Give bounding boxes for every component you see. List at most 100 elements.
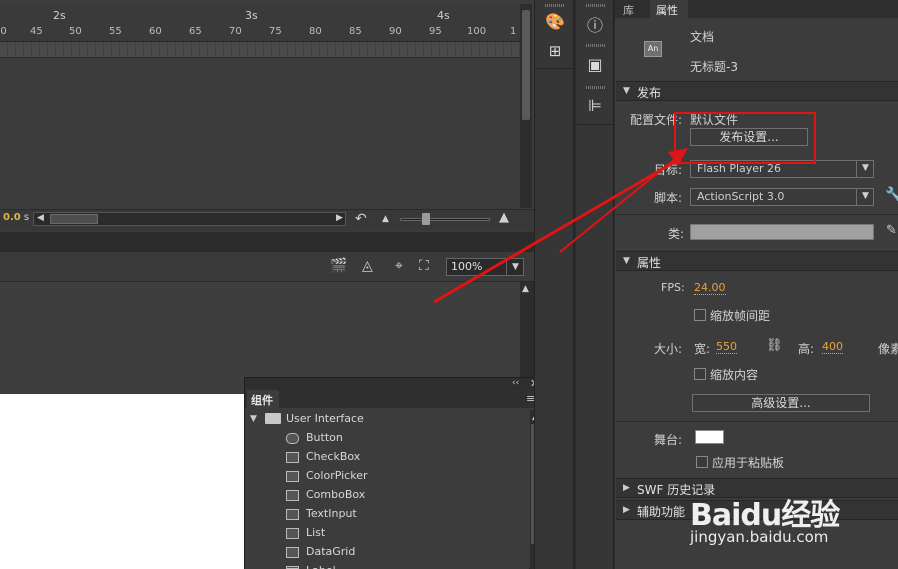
scale-spans-label: 缩放帧间距 <box>710 309 771 323</box>
fps-label: FPS: <box>661 281 685 294</box>
script-label: 脚本: <box>654 191 683 205</box>
width-label: 宽: <box>694 342 711 356</box>
scroll-left-icon[interactable]: ◀ <box>37 213 44 223</box>
document-type: 文档 <box>690 30 715 44</box>
watermark-url: jingyan.baidu.com <box>690 528 829 546</box>
info-icon[interactable]: ⓘ <box>583 12 607 36</box>
stage-vertical-scrollbar[interactable] <box>520 282 532 392</box>
zoom-out-icon[interactable]: ▲ <box>382 214 389 224</box>
scale-content-checkbox[interactable] <box>694 368 706 380</box>
expand-triangle-icon: ▼ <box>623 86 630 96</box>
dock-grip[interactable] <box>545 4 565 7</box>
stage-canvas[interactable] <box>0 394 246 569</box>
document-name: 无标题-3 <box>690 60 738 74</box>
wrench-icon[interactable]: 🔧 <box>885 187 898 203</box>
clapper-icon[interactable]: 🎬 <box>330 258 347 274</box>
combobox-component-icon <box>286 490 299 501</box>
list-item[interactable]: ColorPicker <box>306 469 367 482</box>
list-item[interactable]: CheckBox <box>306 450 360 463</box>
collapsed-triangle-icon: ▶ <box>623 483 630 493</box>
stage-color-swatch[interactable] <box>695 430 724 444</box>
timeline-hscroll-thumb[interactable] <box>50 214 98 224</box>
advanced-settings-button[interactable]: 高级设置... <box>692 394 870 412</box>
section-properties-title: 属性 <box>637 256 662 270</box>
fps-value[interactable]: 24.00 <box>694 281 726 295</box>
section-accessibility-title: 辅助功能 <box>637 505 686 519</box>
watermark: Baidu经验 jingyan.baidu.com <box>690 470 898 569</box>
frame-tick-label: 95 <box>429 26 442 37</box>
timeline-ruler[interactable]: 2s 3s 4s 40 45 50 55 60 65 70 75 80 85 9… <box>0 4 520 42</box>
size-label: 大小: <box>654 342 683 356</box>
frame-tick-label: 70 <box>229 26 242 37</box>
tool-dock-left <box>534 0 574 569</box>
class-label: 类: <box>668 227 685 241</box>
transform-icon[interactable]: ▣ <box>583 55 607 74</box>
scale-content-label: 缩放内容 <box>710 368 759 382</box>
section-publish-title: 发布 <box>637 86 662 100</box>
loop-icon[interactable]: ↶ <box>355 211 367 227</box>
second-label: 2s <box>53 9 66 22</box>
dock-divider <box>535 68 574 69</box>
clip-icon[interactable]: ⛶ <box>419 258 429 274</box>
apply-pasteboard-checkbox[interactable] <box>696 456 708 468</box>
list-item[interactable]: Button <box>306 431 343 444</box>
tab-properties[interactable]: 属性 <box>656 2 678 18</box>
collapse-icon[interactable]: ‹‹ <box>512 378 519 388</box>
list-component-icon <box>286 528 299 539</box>
scroll-right-icon[interactable]: ▶ <box>336 213 343 223</box>
dock-grip[interactable] <box>586 4 606 7</box>
height-label: 高: <box>798 342 815 356</box>
button-component-icon <box>286 433 299 444</box>
frame-tick-label: 60 <box>149 26 162 37</box>
align-icon[interactable]: ⊫ <box>583 96 607 115</box>
pencil-icon[interactable]: ✎ <box>886 223 897 238</box>
folder-icon <box>265 413 281 424</box>
list-item[interactable]: Label <box>306 564 336 569</box>
dock-grip[interactable] <box>586 44 606 47</box>
chevron-down-icon[interactable]: ▼ <box>856 160 874 178</box>
crosshair-icon[interactable]: ⌖ <box>395 258 403 274</box>
components-title-bar[interactable] <box>245 378 541 390</box>
frame-cells[interactable] <box>0 42 520 58</box>
chevron-down-icon[interactable]: ▼ <box>856 188 874 206</box>
frame-tick-label: 90 <box>389 26 402 37</box>
timeline-zoom-handle[interactable] <box>422 213 430 225</box>
list-item[interactable]: List <box>306 526 325 539</box>
frame-tick-label: 100 <box>467 26 487 37</box>
timeline-scroll-thumb[interactable] <box>522 10 530 120</box>
scale-spans-checkbox[interactable] <box>694 309 706 321</box>
elapsed-time-unit: s <box>23 212 30 223</box>
chevron-down-icon[interactable]: ▼ <box>506 258 524 276</box>
timeline-zoom-slider[interactable] <box>400 218 490 221</box>
color-palette-icon[interactable]: 🎨 <box>543 12 567 31</box>
size-unit: 像素 <box>878 342 898 356</box>
script-select[interactable]: ActionScript 3.0 <box>690 188 874 206</box>
frame-tick-label: 85 <box>349 26 362 37</box>
scroll-up-icon[interactable]: ▲ <box>522 284 529 294</box>
height-value[interactable]: 400 <box>822 340 843 354</box>
list-item[interactable]: ComboBox <box>306 488 365 501</box>
section-publish[interactable]: ▼ 发布 <box>616 81 898 101</box>
frame-tick-label: 55 <box>109 26 122 37</box>
frame-tick-label: 1 <box>510 26 517 37</box>
class-input[interactable] <box>690 224 874 240</box>
width-value[interactable]: 550 <box>716 340 737 354</box>
colorpicker-component-icon <box>286 471 299 482</box>
expand-triangle-icon[interactable]: ▼ <box>250 414 257 424</box>
section-properties[interactable]: ▼ 属性 <box>616 251 898 271</box>
frame-tick-label: 45 <box>30 26 43 37</box>
tab-components[interactable]: 组件 <box>247 390 279 408</box>
tab-library[interactable]: 库 <box>623 2 634 18</box>
expand-triangle-icon: ▼ <box>623 256 630 266</box>
elapsed-time-value: 0.0 <box>3 212 21 223</box>
symbol-icon[interactable]: ◬ <box>362 258 373 274</box>
zoom-in-icon[interactable]: ▲ <box>499 210 509 225</box>
list-item[interactable]: DataGrid <box>306 545 355 558</box>
frame-tick-label: 80 <box>309 26 322 37</box>
elapsed-time: 0.0 s <box>3 212 29 223</box>
component-folder[interactable]: User Interface <box>286 412 364 425</box>
grid-icon[interactable]: ⊞ <box>543 42 567 60</box>
list-item[interactable]: TextInput <box>306 507 357 520</box>
dock-grip[interactable] <box>586 86 606 89</box>
link-icon[interactable]: ⛓ <box>766 338 783 353</box>
